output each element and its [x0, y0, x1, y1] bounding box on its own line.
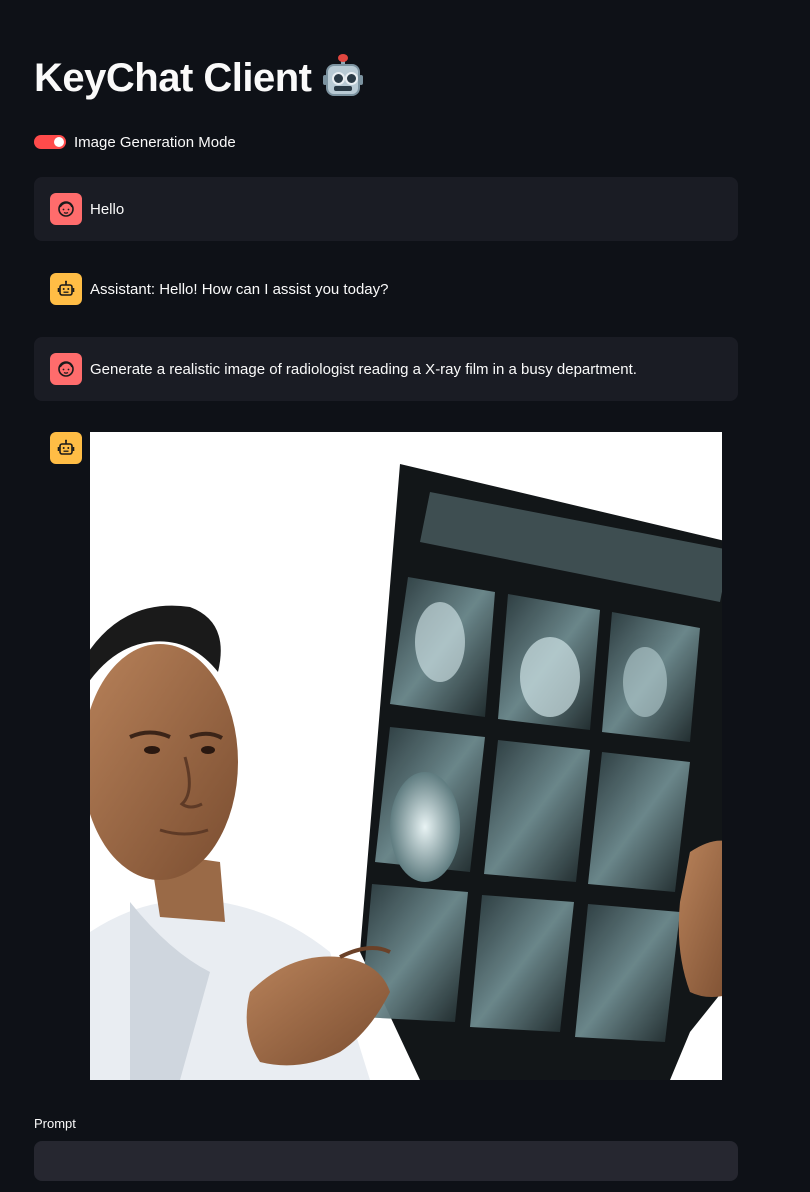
- chat-message-text: Assistant: Hello! How can I assist you t…: [90, 280, 389, 298]
- page-title-text: KeyChat Client: [34, 55, 312, 100]
- user-face-icon: [50, 353, 82, 385]
- robot-icon: [50, 273, 82, 305]
- image-generation-toggle-label: Image Generation Mode: [74, 133, 236, 151]
- chat-message-assistant-image: [34, 432, 738, 1080]
- robot-icon: [50, 432, 82, 464]
- chat-message-text: Hello: [90, 200, 125, 218]
- radiologist-xray-illustration: [90, 432, 722, 1080]
- chat-message-text: Generate a realistic image of radiologis…: [90, 360, 637, 378]
- prompt-input[interactable]: [34, 1141, 738, 1181]
- generated-image: [90, 432, 722, 1080]
- app-root: KeyChat Client Image Generation Mode Hel…: [0, 0, 810, 1192]
- image-generation-toggle-row[interactable]: Image Generation Mode: [34, 130, 236, 154]
- robot-emoji-icon: [322, 54, 363, 98]
- page-title: KeyChat Client: [34, 50, 363, 106]
- prompt-label: Prompt: [34, 1116, 76, 1131]
- user-face-icon: [50, 193, 82, 225]
- toggle-knob: [54, 137, 64, 147]
- chat-message-user: Hello: [34, 177, 738, 241]
- image-generation-toggle[interactable]: [34, 135, 66, 149]
- chat-message-assistant: Assistant: Hello! How can I assist you t…: [34, 257, 738, 321]
- chat-message-user: Generate a realistic image of radiologis…: [34, 337, 738, 401]
